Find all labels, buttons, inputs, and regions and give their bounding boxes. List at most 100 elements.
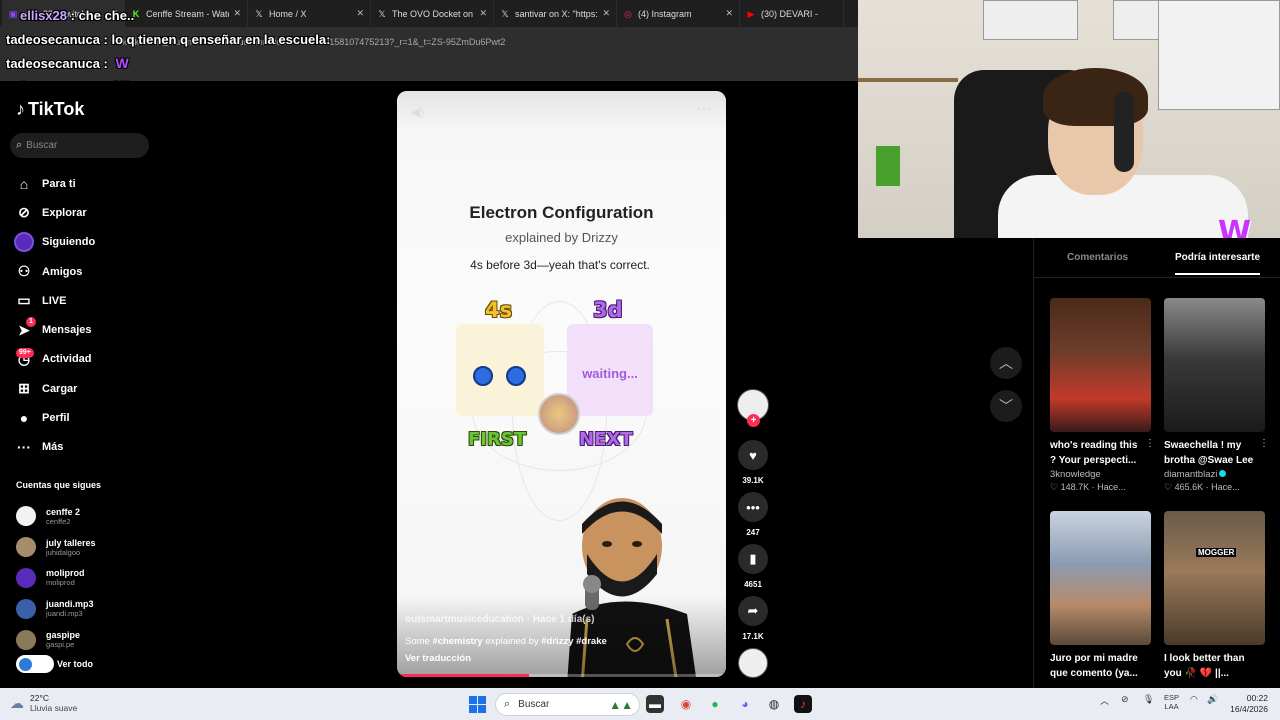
see-all-link[interactable]: Ver todo: [16, 655, 93, 673]
search-icon: ⌕: [504, 698, 511, 710]
video-card[interactable]: who's reading this ? Your perspecti... 3…: [1050, 298, 1155, 493]
obs-icon[interactable]: ◍: [765, 695, 783, 713]
next-video-button[interactable]: ﹀: [990, 390, 1022, 422]
video-subtitle: explained by Drizzy: [505, 230, 618, 245]
like-button[interactable]: ♥: [738, 440, 768, 470]
more-options-icon[interactable]: ···: [697, 101, 712, 115]
avatar: [16, 506, 36, 527]
chat-user: ellisx28: [20, 8, 67, 23]
messages-badge: 1: [26, 317, 36, 328]
chat-message: tadeosecanuca : W: [6, 55, 129, 71]
chevron-up-icon[interactable]: ︿: [1100, 694, 1109, 707]
first-label: FIRST: [468, 429, 527, 450]
video-top-shade: [397, 91, 726, 131]
following-account[interactable]: july talleres juhidalgoo: [16, 532, 156, 563]
avatar: [16, 537, 36, 558]
music-disc-icon[interactable]: [738, 648, 768, 678]
nav-item-explorar[interactable]: ⊘ Explorar: [14, 198, 154, 227]
orbital-4s-label: 4s: [485, 298, 513, 322]
rain-cloud-icon: ☁: [10, 694, 24, 711]
hashtag-link[interactable]: #drake: [576, 636, 607, 647]
taskbar-search[interactable]: ⌕ Buscar ▲▲: [495, 693, 640, 716]
windows-start-icon[interactable]: [469, 696, 486, 713]
heart-icon: ♥: [749, 447, 757, 463]
shelf: [858, 78, 958, 82]
video-card[interactable]: Swaechella ! my brotha @Swae Lee diamant…: [1164, 298, 1269, 493]
translate-link[interactable]: Ver traducción: [405, 653, 471, 664]
card-title: Swaechella ! my: [1164, 440, 1242, 451]
card-title-2: que comento (ya...: [1050, 668, 1138, 679]
search-placeholder: Buscar: [26, 140, 58, 151]
live-icon: ▭: [17, 292, 31, 309]
following-account[interactable]: cenffe 2 cenffe2: [16, 501, 156, 532]
tab-podria-interesarte[interactable]: Podría interesarte: [1175, 252, 1261, 275]
following-account[interactable]: gaspipe gaspi.pe: [16, 624, 156, 655]
volume-icon[interactable]: 🔊: [1207, 694, 1218, 705]
comment-button[interactable]: •••: [738, 492, 768, 522]
more-options-icon[interactable]: ⋮: [1259, 438, 1269, 449]
nav-item-para-ti[interactable]: ⌂ Para ti: [14, 169, 154, 198]
video-line: 4s before 3d—yeah that's correct.: [470, 258, 650, 272]
card-author[interactable]: diamantblazi: [1164, 469, 1265, 480]
account-handle: gaspi.pe: [46, 640, 75, 650]
volume-icon[interactable]: ◀): [411, 105, 424, 119]
account-handle: cenffe2: [46, 516, 71, 526]
card-title: who's reading this: [1050, 440, 1138, 451]
card-meta: ♡ 148.7K · Hace...: [1050, 482, 1126, 492]
waiting-label: waiting...: [582, 366, 638, 381]
tab-comentarios[interactable]: Comentarios: [1067, 252, 1128, 263]
card-title-2: brotha @Swae Lee: [1164, 455, 1254, 466]
wifi-icon[interactable]: ◠: [1190, 694, 1198, 705]
tiktok-logo[interactable]: ♪ TikTok: [16, 99, 84, 120]
previous-video-button[interactable]: ︿: [990, 347, 1022, 379]
card-author[interactable]: 3knowledge: [1050, 469, 1151, 480]
language-indicator[interactable]: ESP LAA: [1164, 693, 1179, 711]
nav-item-mas[interactable]: ··· Más: [14, 433, 154, 462]
save-button[interactable]: ▮: [738, 544, 768, 574]
search-input[interactable]: ⌕ Buscar: [10, 133, 149, 158]
lang-code: ESP: [1164, 693, 1180, 702]
save-count: 4651: [744, 580, 762, 589]
video-card[interactable]: Juro por mi madre que comento (ya...: [1050, 511, 1151, 681]
electron-icon: [506, 366, 526, 386]
compass-icon: ⊘: [18, 204, 30, 221]
file-explorer-icon[interactable]: ▬: [646, 695, 664, 713]
nav-item-mensajes[interactable]: ➤ 1 Mensajes: [14, 315, 154, 344]
nav-item-actividad[interactable]: ◷ 99+ Actividad: [14, 345, 154, 374]
hashtag-link[interactable]: #drizzy: [541, 636, 573, 647]
following-avatar-icon: [14, 232, 34, 253]
network-icon[interactable]: ⊘: [1121, 694, 1129, 705]
nav-item-amigos[interactable]: ⚇ Amigos: [14, 257, 154, 286]
spotify-icon[interactable]: ●: [706, 695, 724, 713]
video-author[interactable]: outsmartmusiceducation · Hace 1 día(s): [405, 614, 595, 625]
nav-item-perfil[interactable]: ● Perfil: [14, 403, 154, 432]
video-progress-bar[interactable]: [397, 674, 726, 677]
main-nav: ⌂ Para ti ⊘ Explorar Siguiendo ⚇ Amigos …: [14, 169, 154, 462]
weather-widget[interactable]: ☁ 22°C Lluvia suave: [10, 693, 77, 713]
share-button[interactable]: ➦: [738, 596, 768, 626]
clock-date: 16/4/2026: [1230, 704, 1268, 714]
card-title: Juro por mi madre: [1050, 653, 1138, 664]
thumbnail-overlay-text: MOGGER: [1196, 548, 1237, 557]
video-player[interactable]: ◀) ··· Electron Configuration explained …: [397, 91, 726, 677]
more-options-icon[interactable]: ⋮: [1145, 438, 1155, 449]
following-account[interactable]: moliprod moliprod: [16, 563, 156, 594]
nav-item-siguiendo[interactable]: Siguiendo: [14, 228, 154, 257]
video-card[interactable]: MOGGER I look better than you 🥀 💔 ||...: [1164, 511, 1265, 681]
upload-icon: ⊞: [18, 380, 30, 397]
nav-item-live[interactable]: ▭ LIVE: [14, 286, 154, 315]
nav-item-cargar[interactable]: ⊞ Cargar: [14, 374, 154, 403]
follow-plus-icon[interactable]: +: [747, 414, 760, 427]
clock[interactable]: 00:22 16/4/2026: [1230, 693, 1268, 715]
chrome-icon[interactable]: ◉: [677, 695, 695, 713]
screen: ▣ ellisx28 - Twitch ✕ K Cenffe Stream - …: [0, 0, 1280, 720]
electron-icon: [473, 366, 493, 386]
search-icon: ⌕: [16, 139, 23, 151]
following-account[interactable]: juandi.mp3 juandi.mp3: [16, 593, 156, 624]
microphone-icon[interactable]: 🎙: [1143, 694, 1154, 705]
tiktok-app-icon[interactable]: ♪: [794, 695, 812, 713]
orbital-3d-label: 3d: [593, 298, 623, 322]
hashtag-link[interactable]: #chemistry: [432, 636, 482, 647]
discord-icon[interactable]: ◕: [736, 695, 754, 713]
avatar: [16, 567, 36, 588]
